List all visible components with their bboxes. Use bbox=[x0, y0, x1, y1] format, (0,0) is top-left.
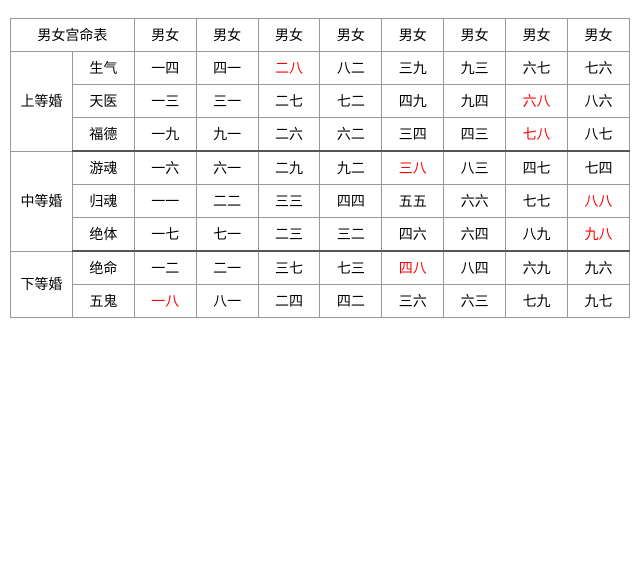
cell-2-1-3: 四二 bbox=[320, 285, 382, 318]
col-header-5: 男女 bbox=[444, 19, 506, 52]
cell-0-0-4: 三九 bbox=[382, 52, 444, 85]
cell-1-2-1: 七一 bbox=[196, 218, 258, 252]
cell-2-1-2: 二四 bbox=[258, 285, 320, 318]
cell-2-1-4: 三六 bbox=[382, 285, 444, 318]
cell-2-1-6: 七九 bbox=[506, 285, 568, 318]
cell-0-2-3: 六二 bbox=[320, 118, 382, 152]
cell-2-1-5: 六三 bbox=[444, 285, 506, 318]
cell-2-0-4: 四八 bbox=[382, 251, 444, 285]
cell-2-1-1: 八一 bbox=[196, 285, 258, 318]
cell-1-1-4: 五五 bbox=[382, 185, 444, 218]
cell-2-0-0: 一二 bbox=[134, 251, 196, 285]
cell-1-1-2: 三三 bbox=[258, 185, 320, 218]
cell-2-1-7: 九七 bbox=[568, 285, 630, 318]
cell-0-2-2: 二六 bbox=[258, 118, 320, 152]
cell-1-1-3: 四四 bbox=[320, 185, 382, 218]
cell-1-1-5: 六六 bbox=[444, 185, 506, 218]
subcategory: 天医 bbox=[72, 85, 134, 118]
cell-0-1-7: 八六 bbox=[568, 85, 630, 118]
cell-0-2-0: 一九 bbox=[134, 118, 196, 152]
cell-0-2-1: 九一 bbox=[196, 118, 258, 152]
cell-2-1-0: 一八 bbox=[134, 285, 196, 318]
cell-0-2-4: 三四 bbox=[382, 118, 444, 152]
cell-0-0-1: 四一 bbox=[196, 52, 258, 85]
cell-1-0-3: 九二 bbox=[320, 151, 382, 185]
cell-0-0-7: 七六 bbox=[568, 52, 630, 85]
table-row: 五鬼一八八一二四四二三六六三七九九七 bbox=[11, 285, 630, 318]
cell-1-2-3: 三二 bbox=[320, 218, 382, 252]
table-row: 天医一三三一二七七二四九九四六八八六 bbox=[11, 85, 630, 118]
subcategory: 绝命 bbox=[72, 251, 134, 285]
cell-0-0-6: 六七 bbox=[506, 52, 568, 85]
col-header-1: 男女 bbox=[196, 19, 258, 52]
table-row: 归魂一一二二三三四四五五六六七七八八 bbox=[11, 185, 630, 218]
table-row: 上等婚生气一四四一二八八二三九九三六七七六 bbox=[11, 52, 630, 85]
cell-2-0-7: 九六 bbox=[568, 251, 630, 285]
cell-0-2-6: 七八 bbox=[506, 118, 568, 152]
cell-0-1-0: 一三 bbox=[134, 85, 196, 118]
subcategory: 绝体 bbox=[72, 218, 134, 252]
cell-0-1-3: 七二 bbox=[320, 85, 382, 118]
cell-0-0-2: 二八 bbox=[258, 52, 320, 85]
cell-1-2-7: 九八 bbox=[568, 218, 630, 252]
col-header-2: 男女 bbox=[258, 19, 320, 52]
cell-2-0-3: 七三 bbox=[320, 251, 382, 285]
col-header-3: 男女 bbox=[320, 19, 382, 52]
cell-1-0-6: 四七 bbox=[506, 151, 568, 185]
cell-0-1-5: 九四 bbox=[444, 85, 506, 118]
cell-0-1-6: 六八 bbox=[506, 85, 568, 118]
cell-1-0-5: 八三 bbox=[444, 151, 506, 185]
cell-0-0-3: 八二 bbox=[320, 52, 382, 85]
cell-1-0-1: 六一 bbox=[196, 151, 258, 185]
cell-1-2-0: 一七 bbox=[134, 218, 196, 252]
col-header-7: 男女 bbox=[568, 19, 630, 52]
cell-0-0-5: 九三 bbox=[444, 52, 506, 85]
col-header-4: 男女 bbox=[382, 19, 444, 52]
table-header-label: 男女宫命表 bbox=[11, 19, 135, 52]
col-header-0: 男女 bbox=[134, 19, 196, 52]
cell-1-0-2: 二九 bbox=[258, 151, 320, 185]
cell-2-0-1: 二一 bbox=[196, 251, 258, 285]
category-2: 下等婚 bbox=[11, 251, 73, 318]
col-header-6: 男女 bbox=[506, 19, 568, 52]
cell-1-1-1: 二二 bbox=[196, 185, 258, 218]
cell-1-2-2: 二三 bbox=[258, 218, 320, 252]
table-row: 绝体一七七一二三三二四六六四八九九八 bbox=[11, 218, 630, 252]
subcategory: 游魂 bbox=[72, 151, 134, 185]
category-0: 上等婚 bbox=[11, 52, 73, 152]
cell-1-0-7: 七四 bbox=[568, 151, 630, 185]
cell-2-0-2: 三七 bbox=[258, 251, 320, 285]
cell-0-1-1: 三一 bbox=[196, 85, 258, 118]
subcategory: 生气 bbox=[72, 52, 134, 85]
cell-2-0-5: 八四 bbox=[444, 251, 506, 285]
cell-2-0-6: 六九 bbox=[506, 251, 568, 285]
main-table: 男女宫命表男女男女男女男女男女男女男女男女上等婚生气一四四一二八八二三九九三六七… bbox=[10, 18, 630, 318]
table-row: 福德一九九一二六六二三四四三七八八七 bbox=[11, 118, 630, 152]
subcategory: 归魂 bbox=[72, 185, 134, 218]
cell-1-1-6: 七七 bbox=[506, 185, 568, 218]
table-row: 下等婚绝命一二二一三七七三四八八四六九九六 bbox=[11, 251, 630, 285]
cell-1-0-4: 三八 bbox=[382, 151, 444, 185]
subcategory: 五鬼 bbox=[72, 285, 134, 318]
cell-1-2-4: 四六 bbox=[382, 218, 444, 252]
cell-1-2-6: 八九 bbox=[506, 218, 568, 252]
cell-1-2-5: 六四 bbox=[444, 218, 506, 252]
cell-0-1-4: 四九 bbox=[382, 85, 444, 118]
cell-1-1-0: 一一 bbox=[134, 185, 196, 218]
cell-0-0-0: 一四 bbox=[134, 52, 196, 85]
cell-0-1-2: 二七 bbox=[258, 85, 320, 118]
table-row: 中等婚游魂一六六一二九九二三八八三四七七四 bbox=[11, 151, 630, 185]
cell-0-2-7: 八七 bbox=[568, 118, 630, 152]
cell-0-2-5: 四三 bbox=[444, 118, 506, 152]
cell-1-0-0: 一六 bbox=[134, 151, 196, 185]
cell-1-1-7: 八八 bbox=[568, 185, 630, 218]
subcategory: 福德 bbox=[72, 118, 134, 152]
category-1: 中等婚 bbox=[11, 151, 73, 251]
